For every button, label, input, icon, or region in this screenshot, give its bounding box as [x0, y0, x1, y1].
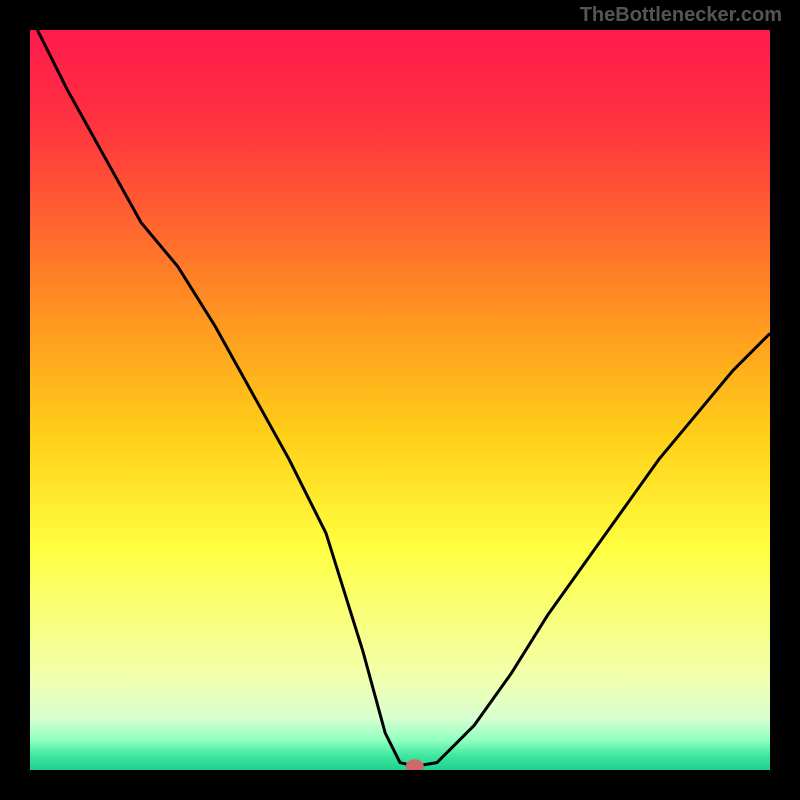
plot-area [30, 30, 770, 770]
chart-svg [30, 30, 770, 770]
chart-container: TheBottlenecker.com [0, 0, 800, 800]
gradient-background [30, 30, 770, 770]
watermark-text: TheBottlenecker.com [580, 4, 782, 27]
